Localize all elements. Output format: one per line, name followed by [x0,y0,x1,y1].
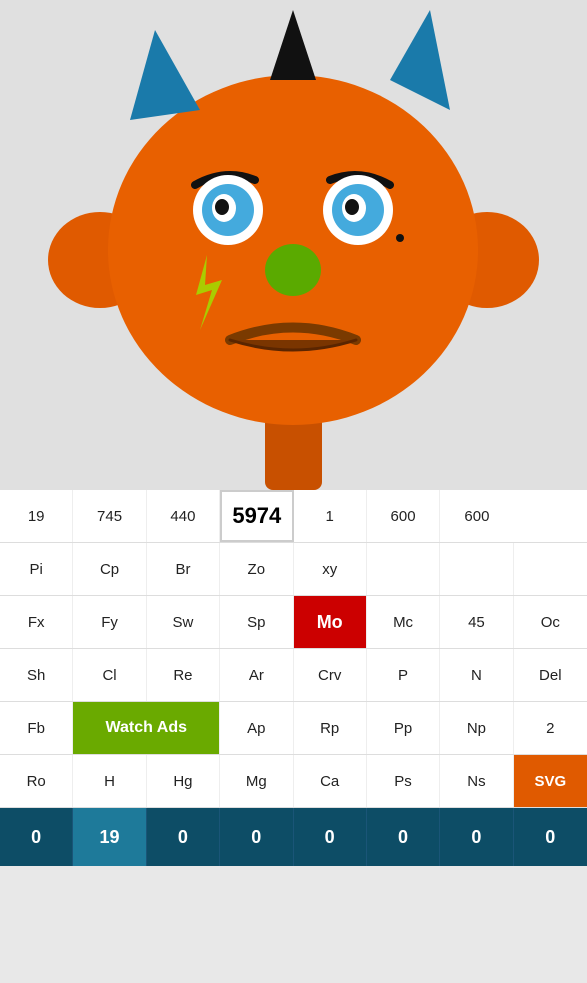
cell-ar[interactable]: Ar [220,649,293,701]
grid-area: 19 745 440 5974 1 600 600 Pi Cp Br Zo xy… [0,490,587,808]
cell-19[interactable]: 19 [0,490,73,542]
cell-rp[interactable]: Rp [294,702,367,754]
cell-del[interactable]: Del [514,649,587,701]
cell-re[interactable]: Re [147,649,220,701]
cell-ro[interactable]: Ro [0,755,73,807]
cell-cl[interactable]: Cl [73,649,146,701]
cell-svg[interactable]: SVG [514,755,587,807]
bottom-cell-2[interactable]: 0 [147,808,220,866]
cell-cp[interactable]: Cp [73,543,146,595]
bottom-cell-4[interactable]: 0 [294,808,367,866]
cell-score[interactable]: 5974 [220,490,293,542]
cell-oc[interactable]: Oc [514,596,587,648]
cell-empty-3 [514,543,587,595]
grid-row-4: Sh Cl Re Ar Crv P N Del [0,649,587,702]
grid-row-3: Fx Fy Sw Sp Mo Mc 45 Oc [0,596,587,649]
character-svg [0,0,587,490]
cell-600b[interactable]: 600 [440,490,513,542]
cell-zo[interactable]: Zo [220,543,293,595]
cell-sh[interactable]: Sh [0,649,73,701]
watch-ads-button[interactable]: Watch Ads [73,702,220,754]
cell-ap[interactable]: Ap [220,702,293,754]
cell-empty-2 [440,543,513,595]
cell-hg[interactable]: Hg [147,755,220,807]
grid-row-2: Pi Cp Br Zo xy [0,543,587,596]
cell-np[interactable]: Np [440,702,513,754]
cell-p[interactable]: P [367,649,440,701]
cell-br[interactable]: Br [147,543,220,595]
cell-2[interactable]: 2 [514,702,587,754]
cell-n[interactable]: N [440,649,513,701]
cell-empty-1 [367,543,440,595]
cell-mc[interactable]: Mc [367,596,440,648]
bottom-cell-3[interactable]: 0 [220,808,293,866]
character-area [0,0,587,490]
cell-crv[interactable]: Crv [294,649,367,701]
cell-pi[interactable]: Pi [0,543,73,595]
cell-pp[interactable]: Pp [367,702,440,754]
grid-row-1: 19 745 440 5974 1 600 600 [0,490,587,543]
cell-h[interactable]: H [73,755,146,807]
bottom-bar: 0 19 0 0 0 0 0 0 [0,808,587,866]
cell-sp[interactable]: Sp [220,596,293,648]
cell-45[interactable]: 45 [440,596,513,648]
cell-745[interactable]: 745 [73,490,146,542]
cell-ns[interactable]: Ns [440,755,513,807]
cell-ca[interactable]: Ca [294,755,367,807]
cell-fx[interactable]: Fx [0,596,73,648]
cell-600a[interactable]: 600 [367,490,440,542]
bottom-cell-0[interactable]: 0 [0,808,73,866]
cell-mo[interactable]: Mo [294,596,367,648]
grid-row-6: Ro H Hg Mg Ca Ps Ns SVG [0,755,587,808]
cell-xy[interactable]: xy [294,543,367,595]
bottom-cell-7[interactable]: 0 [514,808,587,866]
bottom-cell-6[interactable]: 0 [440,808,513,866]
cell-fy[interactable]: Fy [73,596,146,648]
cell-ps[interactable]: Ps [367,755,440,807]
bottom-cell-5[interactable]: 0 [367,808,440,866]
cell-sw[interactable]: Sw [147,596,220,648]
cell-440[interactable]: 440 [147,490,220,542]
cell-mg[interactable]: Mg [220,755,293,807]
cell-1[interactable]: 1 [294,490,367,542]
cell-fb[interactable]: Fb [0,702,73,754]
bottom-cell-19[interactable]: 19 [73,808,146,866]
grid-row-5: Fb Watch Ads Ap Rp Pp Np 2 [0,702,587,755]
